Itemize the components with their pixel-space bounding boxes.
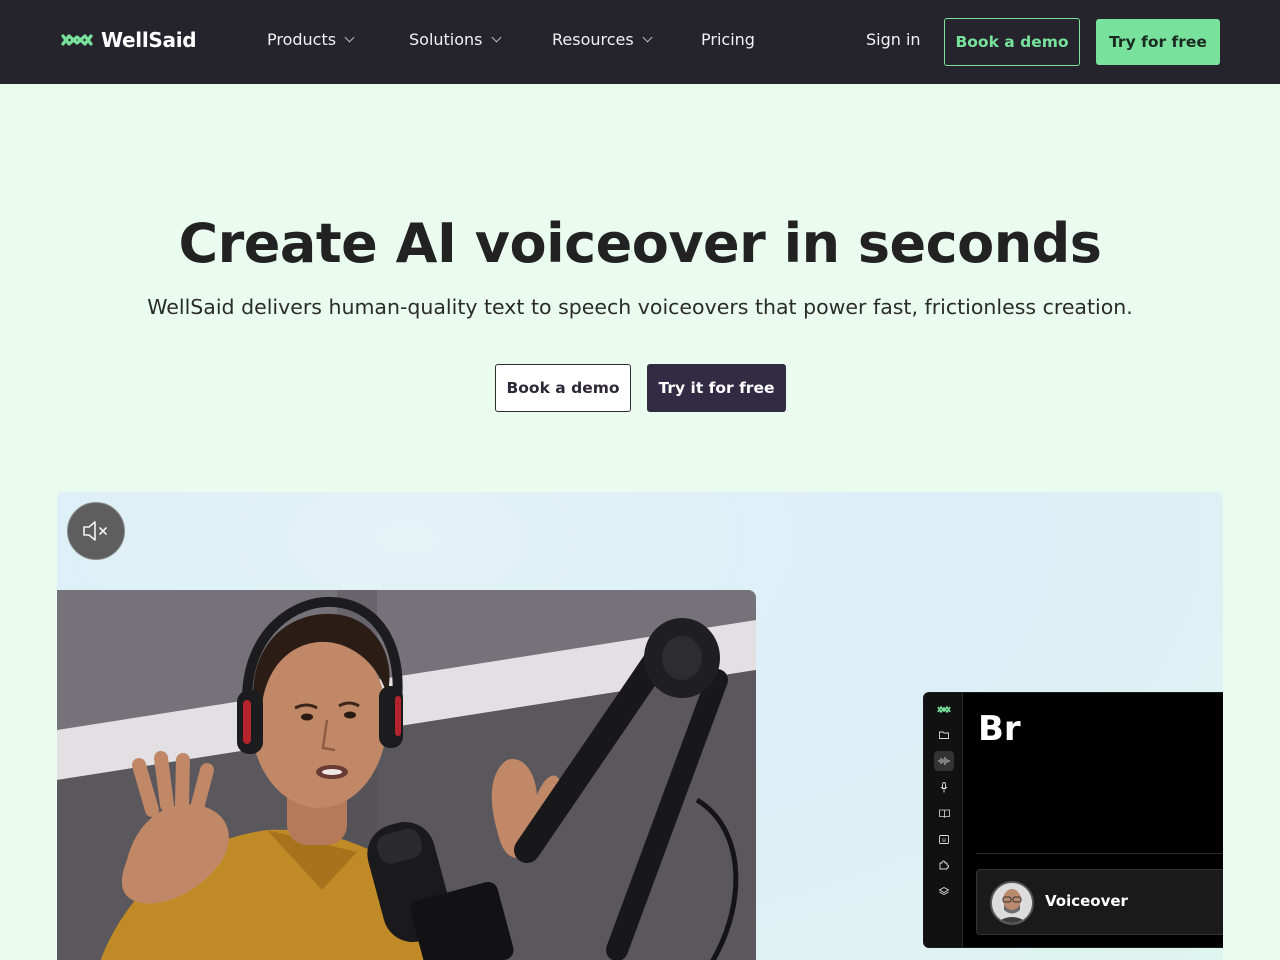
app-preview-panel: Br Voiceover [923,692,1223,948]
top-navbar: WellSaid Products Solutions Resources Pr… [0,0,1280,84]
chevron-down-icon [344,32,355,43]
chevron-down-icon [642,32,653,43]
nav-solutions[interactable]: Solutions [409,30,501,49]
nav-resources[interactable]: Resources [552,30,653,49]
nav-resources-label: Resources [552,30,634,49]
brand-logo[interactable]: WellSaid [60,28,197,52]
hero-media-stage: Br Voiceover [57,492,1223,960]
app-editor-title: Br [978,709,1021,749]
hero-title: Create AI voiceover in seconds [178,212,1102,275]
speaker-video[interactable] [57,590,756,960]
chevron-down-icon [491,32,501,43]
wellsaid-logo-icon [61,34,93,46]
mute-toggle-button[interactable] [67,502,125,560]
hero-subtitle: WellSaid delivers human-quality text to … [147,295,1133,319]
hero-book-demo-button[interactable]: Book a demo [495,364,631,412]
brand-name: WellSaid [101,28,197,52]
nav-pricing-label: Pricing [701,30,755,49]
app-sidebar [924,693,963,947]
podcast-speaker-image [57,590,756,960]
hero-try-free-button[interactable]: Try it for free [647,364,786,412]
caption-icon[interactable] [934,829,954,849]
voice-card-label: Voiceover [1045,892,1128,910]
app-divider [976,853,1223,854]
waveform-icon[interactable] [934,751,954,771]
nav-pricing[interactable]: Pricing [701,30,755,49]
book-icon[interactable] [934,803,954,823]
layers-icon[interactable] [934,881,954,901]
sign-in-link[interactable]: Sign in [866,30,921,49]
nav-products-label: Products [267,30,337,49]
folder-icon[interactable] [934,725,954,745]
avatar [990,881,1034,925]
nav-try-free-button[interactable]: Try for free [1096,19,1220,65]
voice-card[interactable]: Voiceover [976,869,1223,935]
nav-products[interactable]: Products [267,30,355,49]
wellsaid-logo-icon[interactable] [934,699,954,719]
nav-solutions-label: Solutions [409,30,483,49]
puzzle-icon[interactable] [934,855,954,875]
nav-book-demo-button[interactable]: Book a demo [944,18,1080,66]
speaker-muted-icon [83,521,107,541]
microphone-icon[interactable] [934,777,954,797]
